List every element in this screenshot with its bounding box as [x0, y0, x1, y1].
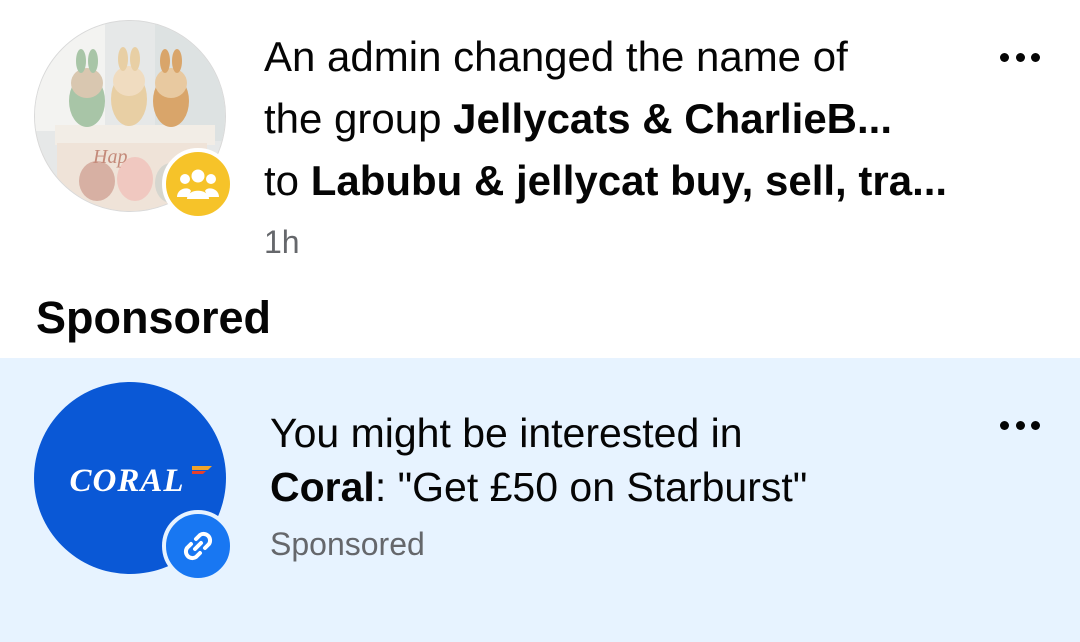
notification-line-2: the group Jellycats & CharlieB... [264, 88, 947, 150]
sponsored-label: Sponsored [270, 526, 425, 562]
more-dot-icon [1000, 52, 1009, 62]
notification-text-line1: You might be interested in [270, 410, 743, 456]
photo-script-text: Hap [92, 146, 127, 168]
more-dot-icon [1015, 420, 1025, 430]
coral-logo-text: CORAL [69, 462, 185, 499]
link-badge [162, 510, 234, 582]
more-options-button[interactable] [1000, 418, 1040, 432]
more-dot-icon [1031, 52, 1040, 62]
ad-headline: : "Get £50 on Starburst" [374, 464, 808, 510]
group-icon [177, 169, 219, 199]
notification-text: You might be interested in Coral: "Get £… [270, 406, 807, 570]
notification-text-prefix: the group [264, 95, 454, 142]
group-badge [162, 148, 234, 220]
link-icon [183, 531, 213, 561]
advertiser-name: Coral [270, 464, 375, 510]
more-dot-icon [1015, 52, 1025, 62]
more-dot-icon [1031, 420, 1040, 430]
coral-flag-icon [192, 466, 212, 474]
notification-line-1: An admin changed the name of [264, 26, 947, 88]
notification-text: An admin changed the name of the group J… [264, 26, 947, 268]
notification-line-1: You might be interested in [270, 406, 807, 460]
notification-text-to: to [264, 157, 311, 204]
notification-item-group-rename[interactable]: Hap An admin changed the name of the gro… [0, 0, 1080, 262]
more-options-button[interactable] [1000, 50, 1040, 64]
old-group-name: Jellycats & CharlieB... [453, 95, 893, 142]
new-group-name: Labubu & jellycat buy, sell, tra... [310, 157, 948, 204]
notification-avatar: Hap [34, 20, 234, 220]
notification-avatar: CORAL [34, 382, 234, 582]
notification-timestamp: 1h [264, 224, 300, 260]
notification-item-sponsored[interactable]: CORAL You might be interested in Coral: … [0, 358, 1080, 642]
more-dot-icon [1000, 420, 1009, 430]
notification-line-3: to Labubu & jellycat buy, sell, tra... [264, 150, 947, 212]
notification-line-2: Coral: "Get £50 on Starburst" [270, 460, 807, 514]
notification-text-line1: An admin changed the name of [264, 33, 848, 80]
section-header-sponsored: Sponsored [36, 292, 272, 343]
